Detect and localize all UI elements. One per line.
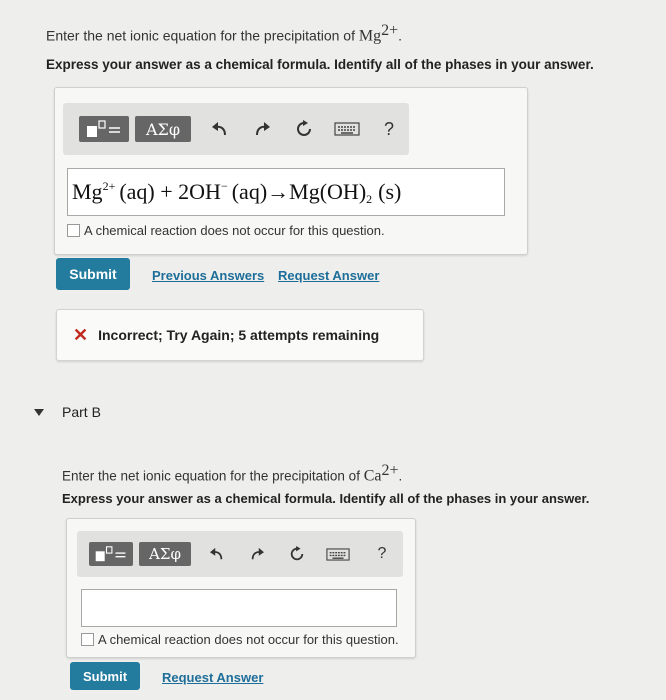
reset-icon	[297, 120, 311, 136]
previous-answers-link[interactable]: Previous Answers	[152, 268, 264, 283]
part-b-toolbar: ΑΣφ ?	[77, 531, 403, 577]
ion-symbol: Ca	[363, 467, 382, 485]
no-reaction-checkbox[interactable]	[67, 224, 80, 238]
part-a-instruction: Express your answer as a chemical formul…	[46, 57, 594, 72]
templates-icon	[95, 546, 126, 562]
feedback-message: ✕ Incorrect; Try Again; 5 attempts remai…	[56, 309, 424, 361]
collapse-part-b-toggle[interactable]	[34, 404, 44, 422]
keyboard-button[interactable]	[331, 117, 363, 141]
part-b-answer-input[interactable]	[81, 589, 397, 627]
help-button[interactable]: ?	[371, 542, 393, 566]
symbols-button[interactable]: ΑΣφ	[135, 116, 191, 142]
part-b-prompt: Enter the net ionic equation for the pre…	[62, 462, 403, 485]
help-button[interactable]: ?	[377, 117, 401, 141]
part-b-no-reaction-option[interactable]: A chemical reaction does not occur for t…	[81, 631, 399, 649]
reset-icon	[290, 546, 304, 561]
part-a-submit-button[interactable]: Submit	[56, 258, 130, 290]
part-a-request-answer-link[interactable]: Request Answer	[278, 268, 379, 283]
keyboard-button[interactable]	[323, 542, 353, 566]
undo-button[interactable]	[207, 117, 233, 141]
redo-icon	[251, 547, 264, 560]
part-a-answer-panel: ΑΣφ ? Mg 2+ (aq) + 2OH − (aq)→Mg(OH) 2 (…	[54, 87, 528, 255]
ion-symbol: Mg	[358, 27, 382, 45]
templates-icon	[87, 120, 120, 137]
no-reaction-checkbox[interactable]	[81, 633, 94, 647]
redo-button[interactable]	[245, 542, 269, 566]
part-a-toolbar: ΑΣφ ?	[63, 103, 409, 155]
symbols-button[interactable]: ΑΣφ	[139, 542, 191, 566]
undo-button[interactable]	[205, 542, 229, 566]
part-b-answer-panel: ΑΣφ ? A chemical reaction does not occur…	[66, 518, 416, 658]
ion-charge: 2+	[381, 22, 399, 39]
templates-button[interactable]	[89, 542, 133, 566]
part-a-prompt: Enter the net ionic equation for the pre…	[46, 22, 403, 45]
part-b-request-answer-link[interactable]: Request Answer	[162, 670, 263, 685]
keyboard-icon	[334, 122, 360, 136]
part-b-submit-button[interactable]: Submit	[70, 662, 140, 690]
caret-down-icon	[34, 409, 44, 416]
part-a-answer-input[interactable]: Mg 2+ (aq) + 2OH − (aq)→Mg(OH) 2 (s)	[67, 168, 505, 216]
keyboard-icon	[326, 547, 350, 561]
undo-icon	[210, 547, 223, 560]
redo-icon	[256, 122, 270, 136]
ion-charge: 2+	[381, 462, 399, 479]
part-b-instruction: Express your answer as a chemical formul…	[62, 491, 590, 506]
reset-button[interactable]	[291, 117, 317, 141]
undo-icon	[212, 122, 226, 136]
error-x-icon: ✕	[73, 324, 89, 345]
redo-button[interactable]	[249, 117, 275, 141]
part-a-no-reaction-option[interactable]: A chemical reaction does not occur for t…	[67, 222, 385, 240]
part-b-title[interactable]: Part B	[62, 404, 101, 420]
reset-button[interactable]	[285, 542, 309, 566]
templates-button[interactable]	[79, 116, 129, 142]
